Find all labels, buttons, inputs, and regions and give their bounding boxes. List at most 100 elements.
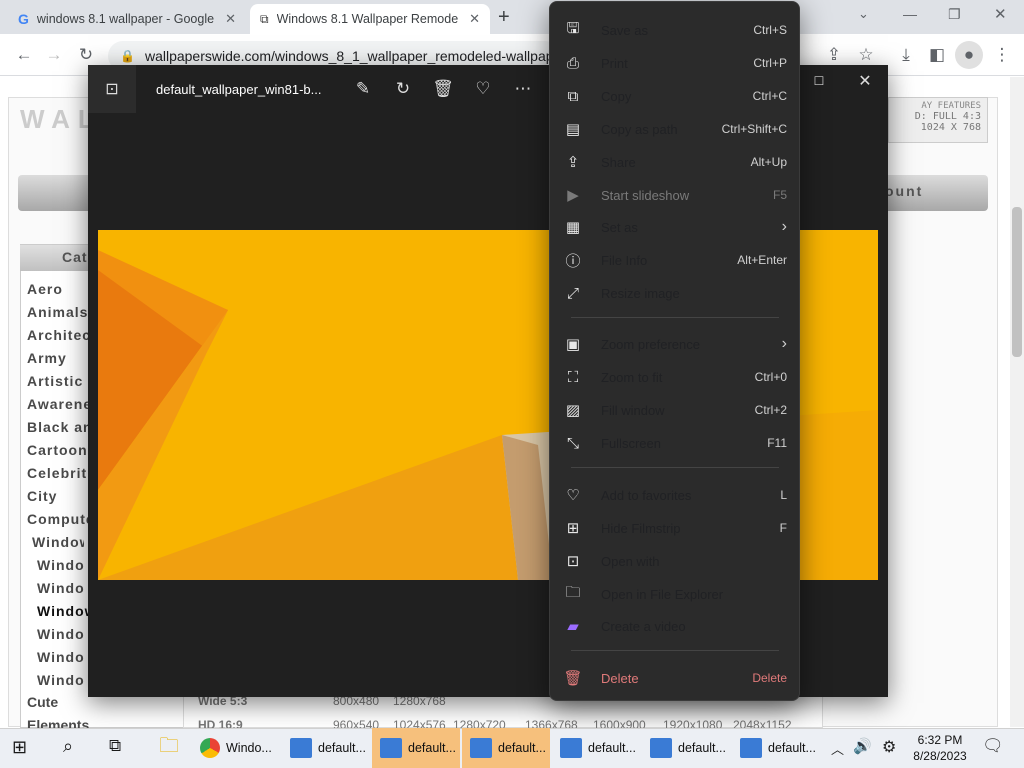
taskbar-clock[interactable]: 6:32 PM 8/28/2023 [910,732,970,764]
trash-icon[interactable]: 🗑 [429,75,457,103]
rotate-icon[interactable]: ↻ [389,75,417,103]
task-view-icon[interactable]: ⧉ [109,736,121,756]
photos-icon [290,738,312,758]
resolution-link[interactable]: 1600x900 [593,718,646,728]
category-item[interactable]: Aero [27,281,92,297]
menu-item-copy[interactable]: ⧉ Copy Ctrl+C [561,80,787,112]
taskbar-photos[interactable]: default... [642,728,730,768]
taskbar-photos[interactable]: default... [282,728,370,768]
settings-gear-icon[interactable]: ⚙ [882,737,896,757]
category-item[interactable]: Artistic [27,373,92,389]
menu-item-delete[interactable]: 🗑 Delete Delete [561,662,787,694]
taskbar-photos[interactable]: default... [552,728,640,768]
resolution-link[interactable]: 1024x576 [393,718,446,728]
menu-item-label: Copy as path [601,121,678,137]
menu-item-open-with[interactable]: ⊡ Open with [561,545,787,577]
close-window-icon[interactable]: ✕ [994,5,1007,23]
subcategory-item[interactable]: Windo [37,672,89,688]
menu-item-set-as[interactable]: ▦ Set as › [561,211,787,243]
taskbar-photos[interactable]: default... [732,728,820,768]
menu-item-file-info[interactable]: ⓘ File Info Alt+Enter [561,244,787,276]
menu-item-zoom-to-fit[interactable]: ⛶ Zoom to fit Ctrl+0 [561,361,787,393]
menu-item-save-as[interactable]: 🖫 Save as Ctrl+S [561,14,787,46]
site-favicon-icon: ⧉ [260,11,269,26]
close-tab-icon[interactable]: ✕ [225,11,236,27]
subcategory-item[interactable]: Windo [37,649,89,665]
windows-start-icon[interactable]: ⊞ [12,737,27,758]
menu-item-create-a-video[interactable]: ▰ Create a video [561,610,787,642]
menu-item-label: Print [601,55,628,71]
category-item[interactable]: City [27,488,92,504]
menu-item-print[interactable]: ⎙ Print Ctrl+P [561,47,787,79]
page-scrollbar[interactable] [1010,77,1024,727]
menu-item-copy-as-path[interactable]: ▤ Copy as path Ctrl+Shift+C [561,113,787,145]
taskbar-photos[interactable]: default... [462,728,550,768]
tray-chevron-icon[interactable]: ︿ [831,739,844,758]
menu-item-zoom-preference[interactable]: ▣ Zoom preference › [561,328,787,360]
category-item[interactable]: Animals [27,304,92,320]
side-panel-icon[interactable]: ◧ [923,41,951,69]
copy-path-icon: ▤ [565,121,581,138]
menu-item-label: Create a video [601,618,686,634]
url-text: wallpaperswide.com/windows_8_1_wallpaper… [144,48,560,64]
menu-item-label: Save as [601,22,648,38]
taskbar-photos[interactable]: default... [372,728,460,768]
resolution-link[interactable]: 960x540 [333,718,379,728]
subcategory-item[interactable]: Windo [37,626,89,642]
download-icon[interactable]: ⤓ [892,41,920,69]
taskbar-app-label: default... [588,741,636,755]
menu-item-share[interactable]: ⇪ Share Alt+Up [561,146,787,178]
menu-item-resize-image[interactable]: ⤢ Resize image [561,277,787,309]
photos-app-icon[interactable]: ⊡ [88,65,136,113]
profile-avatar-icon[interactable]: ● [955,41,983,69]
back-icon[interactable]: ← [10,41,38,69]
maximize-icon[interactable]: ☐ [805,67,833,95]
restore-icon[interactable]: ❐ [948,6,961,23]
category-item[interactable]: Black an [27,419,92,435]
taskbar-chrome[interactable]: Windo... [192,728,280,768]
edit-image-icon[interactable]: ✎ [349,75,377,103]
search-icon[interactable]: ⌕ [63,736,73,757]
heart-icon[interactable]: ♡ [469,75,497,103]
resolution-link[interactable]: 1280x720 [453,718,506,728]
minimize-icon[interactable]: — [903,6,917,22]
menu-item-fill-window[interactable]: ▨ Fill window Ctrl+2 [561,394,787,426]
menu-item-start-slideshow[interactable]: ▶ Start slideshow F5 [561,179,787,211]
photos-close-icon[interactable]: ✕ [851,67,879,95]
menu-kebab-icon[interactable]: ⋮ [988,41,1016,69]
resolution-link[interactable]: 1366x768 [525,718,578,728]
scrollbar-thumb[interactable] [1012,207,1022,357]
menu-item-fullscreen[interactable]: ⤡ Fullscreen F11 [561,427,787,459]
category-item[interactable]: Celebrit [27,465,92,481]
filmstrip-icon: ⊞ [566,520,580,537]
category-elements[interactable]: Elements [27,717,89,728]
category-item[interactable]: Compute [27,511,92,527]
category-cute[interactable]: Cute [27,694,58,710]
subcategory-item[interactable]: Window [32,534,84,550]
menu-item-open-in-file-explorer[interactable]: 🗀 Open in File Explorer [561,578,787,610]
resolution-link[interactable]: 2048x1152 [733,718,792,728]
tab-search-icon[interactable]: ⌄ [858,6,869,22]
subcategory-item[interactable]: Windo [37,580,89,596]
trash-icon: 🗑 [563,670,583,687]
taskbar-app-label: default... [678,741,726,755]
menu-item-hide-filmstrip[interactable]: ⊞ Hide Filmstrip F [561,512,787,544]
category-item[interactable]: Cartoon [27,442,92,458]
volume-icon[interactable]: 🔊 [853,737,872,755]
menu-item-add-to-favorites[interactable]: ♡ Add to favorites L [561,479,787,511]
subcategory-item[interactable]: Windo [37,557,89,573]
file-explorer-icon[interactable]: 🗀 [150,728,188,768]
close-tab-icon[interactable]: ✕ [469,11,480,27]
subcategory-item[interactable]: Window [37,603,89,619]
more-options-icon[interactable]: ⋯ [509,75,537,103]
category-item[interactable]: Army [27,350,92,366]
browser-tab-wallpaper[interactable]: ⧉ Windows 8.1 Wallpaper Remode ✕ [250,4,490,34]
resolution-link[interactable]: 1920x1080 [663,718,722,728]
new-tab-button[interactable]: + [498,6,510,29]
account-button[interactable]: ount [885,183,923,199]
notifications-icon[interactable]: 🗨 [982,736,1004,756]
browser-tab-google[interactable]: G windows 8.1 wallpaper - Google ✕ [8,4,246,34]
category-item[interactable]: Awarene [27,396,92,412]
category-item[interactable]: Architect [27,327,92,343]
forward-icon[interactable]: → [40,41,68,69]
